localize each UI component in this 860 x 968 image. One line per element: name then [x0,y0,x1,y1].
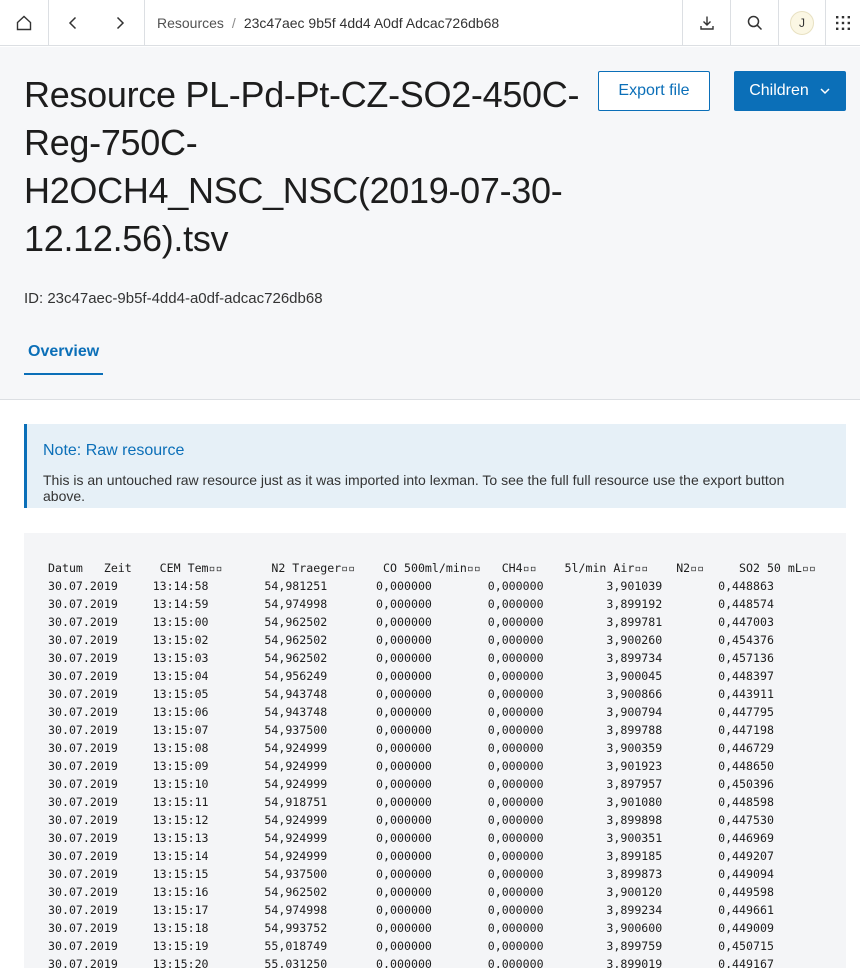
tab-overview[interactable]: Overview [24,343,103,375]
search-icon[interactable] [730,0,778,45]
raw-header-line: Datum Zeit CEM Tem▫▫ N2 Traeger▫▫ CO 500… [48,561,816,575]
raw-data-row: 30.07.2019 13:15:15 54,937500 0,000000 0… [48,867,774,881]
raw-data-row: 30.07.2019 13:15:20 55,031250 0,000000 0… [48,957,774,968]
raw-data-row: 30.07.2019 13:15:02 54,962502 0,000000 0… [48,633,774,647]
raw-data-row: 30.07.2019 13:15:11 54,918751 0,000000 0… [48,795,774,809]
chevron-down-icon [820,88,830,95]
grid-icon[interactable] [826,0,860,45]
raw-data-block: Datum Zeit CEM Tem▫▫ N2 Traeger▫▫ CO 500… [24,533,846,968]
raw-data-row: 30.07.2019 13:15:06 54,943748 0,000000 0… [48,705,774,719]
raw-data-row: 30.07.2019 13:15:13 54,924999 0,000000 0… [48,831,774,845]
raw-data-row: 30.07.2019 13:15:17 54,974998 0,000000 0… [48,903,774,917]
raw-data-row: 30.07.2019 13:15:00 54,962502 0,000000 0… [48,615,774,629]
children-dropdown-button[interactable]: Children [734,71,846,111]
user-menu[interactable]: J [778,0,826,45]
raw-data-row: 30.07.2019 13:15:05 54,943748 0,000000 0… [48,687,774,701]
note-body: This is an untouched raw resource just a… [43,472,785,504]
top-bar: Resources / 23c47aec 9b5f 4dd4 A0df Adca… [0,0,860,46]
breadcrumb-current: 23c47aec 9b5f 4dd4 A0df Adcac726db68 [243,14,500,31]
raw-data-row: 30.07.2019 13:14:58 54,981251 0,000000 0… [48,579,774,593]
raw-data-row: 30.07.2019 13:15:09 54,924999 0,000000 0… [48,759,774,773]
page-header: Resource PL-Pd-Pt-CZ-SO2-450C-Reg-750C-H… [0,47,860,400]
raw-data-row: 30.07.2019 13:15:10 54,924999 0,000000 0… [48,777,774,791]
back-button[interactable] [48,0,96,45]
chevron-right-icon [116,16,125,29]
raw-data-row: 30.07.2019 13:14:59 54,974998 0,000000 0… [48,597,774,611]
home-icon[interactable] [0,0,48,45]
resource-id: ID: 23c47aec-9b5f-4dd4-a0df-adcac726db68 [24,290,323,307]
page-title: Resource PL-Pd-Pt-CZ-SO2-450C-Reg-750C-H… [24,74,580,259]
breadcrumb-separator: / [231,14,236,31]
raw-data-row: 30.07.2019 13:15:07 54,937500 0,000000 0… [48,723,774,737]
chevron-left-icon [68,16,76,29]
breadcrumb-resources[interactable]: Resources [157,15,224,31]
raw-data-row: 30.07.2019 13:15:12 54,924999 0,000000 0… [48,813,774,827]
forward-button[interactable] [96,0,144,45]
children-button-label: Children [749,82,809,99]
raw-data-row: 30.07.2019 13:15:19 55,018749 0,000000 0… [48,939,774,953]
breadcrumb: Resources / 23c47aec 9b5f 4dd4 A0df Adca… [144,0,682,45]
raw-data-row: 30.07.2019 13:15:08 54,924999 0,000000 0… [48,741,774,755]
raw-data-row: 30.07.2019 13:15:14 54,924999 0,000000 0… [48,849,774,863]
raw-data-row: 30.07.2019 13:15:04 54,956249 0,000000 0… [48,669,774,683]
note-title: Note: Raw resource [43,442,185,459]
export-file-button[interactable]: Export file [598,71,710,111]
download-icon[interactable] [682,0,730,45]
raw-data-row: 30.07.2019 13:15:03 54,962502 0,000000 0… [48,651,774,665]
avatar[interactable]: J [790,10,814,35]
raw-data-row: 30.07.2019 13:15:16 54,962502 0,000000 0… [48,885,774,899]
raw-rows: 30.07.2019 13:14:58 54,981251 0,000000 0… [48,577,846,968]
raw-data-row: 30.07.2019 13:15:18 54,993752 0,000000 0… [48,921,774,935]
raw-resource-note: Note: Raw resource This is an untouched … [24,424,846,508]
